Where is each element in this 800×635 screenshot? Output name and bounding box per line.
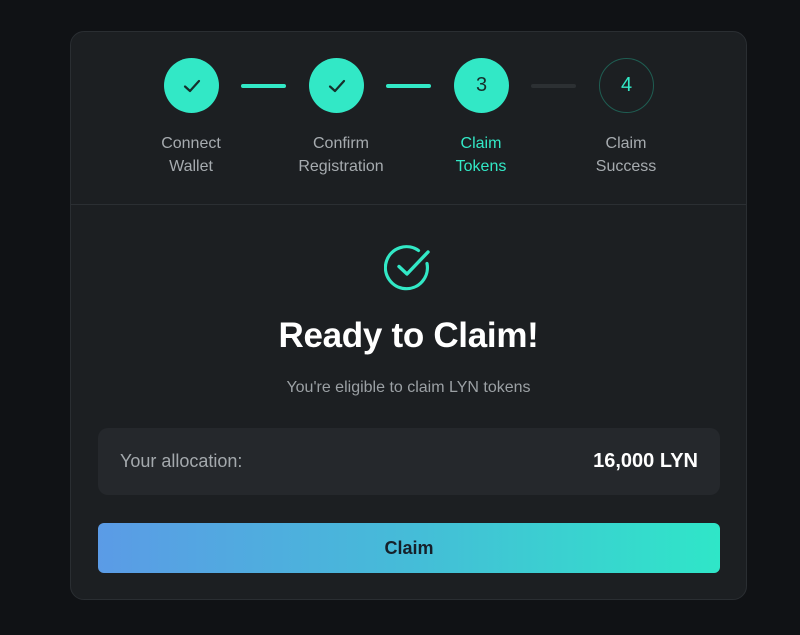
claim-button[interactable]: Claim (98, 523, 720, 573)
step-connector-1 (241, 84, 286, 88)
step-1-indicator (164, 58, 219, 113)
step-4-label-line2: Success (595, 158, 657, 175)
check-circle-icon (383, 242, 434, 297)
step-1-label-line2: Wallet (169, 158, 213, 175)
step-2-label-line2: Registration (298, 158, 384, 175)
page-subtitle: You're eligible to claim LYN tokens (286, 379, 531, 396)
check-icon (328, 79, 345, 92)
step-connector-3 (531, 84, 576, 88)
claim-card: Connect Wallet Confirm Registration 3 Cl… (70, 31, 747, 600)
step-2-label-line1: Confirm (312, 135, 369, 152)
page-title: Ready to Claim! (278, 316, 539, 355)
allocation-panel: Your allocation: 16,000 LYN (98, 428, 720, 495)
check-icon (183, 79, 200, 92)
step-2-indicator (309, 58, 364, 113)
step-3-indicator: 3 (454, 58, 509, 113)
allocation-value: 16,000 LYN (593, 450, 698, 472)
step-3-label: Claim Tokens (406, 132, 556, 178)
step-1-label: Connect Wallet (116, 132, 266, 178)
progress-stepper: Connect Wallet Confirm Registration 3 Cl… (71, 32, 746, 205)
allocation-label: Your allocation: (120, 451, 243, 471)
step-3-label-line2: Tokens (455, 158, 507, 175)
step-2-label: Confirm Registration (266, 132, 416, 178)
step-1-label-line1: Connect (161, 135, 221, 152)
step-4-indicator: 4 (599, 58, 654, 113)
step-4-label-line1: Claim (605, 135, 647, 152)
step-connector-2 (386, 84, 431, 88)
step-3-label-line1: Claim (460, 135, 502, 152)
step-4-label: Claim Success (551, 132, 701, 178)
